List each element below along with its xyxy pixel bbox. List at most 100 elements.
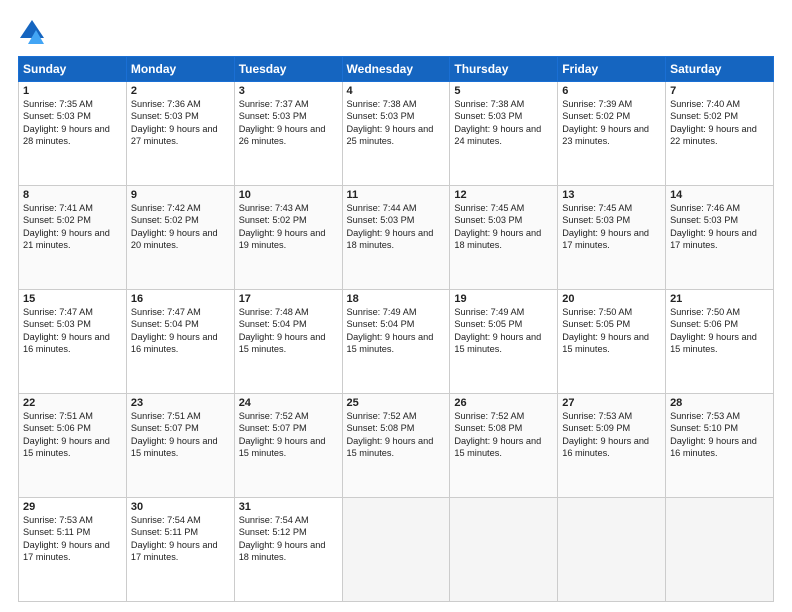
calendar-cell: 14Sunrise: 7:46 AMSunset: 5:03 PMDayligh… [666, 186, 774, 290]
day-number: 4 [347, 85, 446, 97]
day-number: 17 [239, 293, 338, 305]
day-info: Sunrise: 7:39 AMSunset: 5:02 PMDaylight:… [562, 98, 661, 148]
day-info: Sunrise: 7:52 AMSunset: 5:08 PMDaylight:… [454, 410, 553, 460]
day-info: Sunrise: 7:42 AMSunset: 5:02 PMDaylight:… [131, 202, 230, 252]
day-number: 3 [239, 85, 338, 97]
day-number: 11 [347, 189, 446, 201]
col-header-wednesday: Wednesday [342, 57, 450, 82]
day-number: 26 [454, 397, 553, 409]
day-info: Sunrise: 7:49 AMSunset: 5:05 PMDaylight:… [454, 306, 553, 356]
calendar-cell: 18Sunrise: 7:49 AMSunset: 5:04 PMDayligh… [342, 290, 450, 394]
calendar-cell [558, 498, 666, 602]
calendar-cell: 16Sunrise: 7:47 AMSunset: 5:04 PMDayligh… [126, 290, 234, 394]
calendar-cell: 28Sunrise: 7:53 AMSunset: 5:10 PMDayligh… [666, 394, 774, 498]
day-info: Sunrise: 7:53 AMSunset: 5:09 PMDaylight:… [562, 410, 661, 460]
calendar-cell: 12Sunrise: 7:45 AMSunset: 5:03 PMDayligh… [450, 186, 558, 290]
day-number: 14 [670, 189, 769, 201]
calendar-cell [450, 498, 558, 602]
day-info: Sunrise: 7:53 AMSunset: 5:11 PMDaylight:… [23, 514, 122, 564]
day-number: 20 [562, 293, 661, 305]
calendar-cell: 31Sunrise: 7:54 AMSunset: 5:12 PMDayligh… [234, 498, 342, 602]
calendar-cell: 4Sunrise: 7:38 AMSunset: 5:03 PMDaylight… [342, 82, 450, 186]
day-number: 10 [239, 189, 338, 201]
calendar-cell: 2Sunrise: 7:36 AMSunset: 5:03 PMDaylight… [126, 82, 234, 186]
page: SundayMondayTuesdayWednesdayThursdayFrid… [0, 0, 792, 612]
calendar-cell: 15Sunrise: 7:47 AMSunset: 5:03 PMDayligh… [19, 290, 127, 394]
day-info: Sunrise: 7:46 AMSunset: 5:03 PMDaylight:… [670, 202, 769, 252]
day-number: 6 [562, 85, 661, 97]
calendar-cell: 3Sunrise: 7:37 AMSunset: 5:03 PMDaylight… [234, 82, 342, 186]
col-header-friday: Friday [558, 57, 666, 82]
calendar-cell: 8Sunrise: 7:41 AMSunset: 5:02 PMDaylight… [19, 186, 127, 290]
day-number: 25 [347, 397, 446, 409]
day-info: Sunrise: 7:45 AMSunset: 5:03 PMDaylight:… [454, 202, 553, 252]
day-number: 13 [562, 189, 661, 201]
day-number: 2 [131, 85, 230, 97]
day-info: Sunrise: 7:54 AMSunset: 5:11 PMDaylight:… [131, 514, 230, 564]
calendar-cell: 20Sunrise: 7:50 AMSunset: 5:05 PMDayligh… [558, 290, 666, 394]
day-info: Sunrise: 7:52 AMSunset: 5:07 PMDaylight:… [239, 410, 338, 460]
day-info: Sunrise: 7:41 AMSunset: 5:02 PMDaylight:… [23, 202, 122, 252]
calendar-cell: 6Sunrise: 7:39 AMSunset: 5:02 PMDaylight… [558, 82, 666, 186]
day-info: Sunrise: 7:49 AMSunset: 5:04 PMDaylight:… [347, 306, 446, 356]
calendar-cell: 17Sunrise: 7:48 AMSunset: 5:04 PMDayligh… [234, 290, 342, 394]
day-number: 9 [131, 189, 230, 201]
day-info: Sunrise: 7:35 AMSunset: 5:03 PMDaylight:… [23, 98, 122, 148]
day-info: Sunrise: 7:37 AMSunset: 5:03 PMDaylight:… [239, 98, 338, 148]
calendar-cell: 22Sunrise: 7:51 AMSunset: 5:06 PMDayligh… [19, 394, 127, 498]
day-number: 29 [23, 501, 122, 513]
day-number: 12 [454, 189, 553, 201]
calendar-cell: 19Sunrise: 7:49 AMSunset: 5:05 PMDayligh… [450, 290, 558, 394]
week-row: 1Sunrise: 7:35 AMSunset: 5:03 PMDaylight… [19, 82, 774, 186]
day-number: 22 [23, 397, 122, 409]
calendar-table: SundayMondayTuesdayWednesdayThursdayFrid… [18, 56, 774, 602]
col-header-thursday: Thursday [450, 57, 558, 82]
calendar-cell: 25Sunrise: 7:52 AMSunset: 5:08 PMDayligh… [342, 394, 450, 498]
day-number: 5 [454, 85, 553, 97]
day-info: Sunrise: 7:38 AMSunset: 5:03 PMDaylight:… [347, 98, 446, 148]
day-info: Sunrise: 7:40 AMSunset: 5:02 PMDaylight:… [670, 98, 769, 148]
calendar-cell: 7Sunrise: 7:40 AMSunset: 5:02 PMDaylight… [666, 82, 774, 186]
calendar-cell: 27Sunrise: 7:53 AMSunset: 5:09 PMDayligh… [558, 394, 666, 498]
day-number: 24 [239, 397, 338, 409]
day-number: 8 [23, 189, 122, 201]
calendar-cell: 13Sunrise: 7:45 AMSunset: 5:03 PMDayligh… [558, 186, 666, 290]
calendar-cell: 5Sunrise: 7:38 AMSunset: 5:03 PMDaylight… [450, 82, 558, 186]
day-info: Sunrise: 7:52 AMSunset: 5:08 PMDaylight:… [347, 410, 446, 460]
calendar-cell: 21Sunrise: 7:50 AMSunset: 5:06 PMDayligh… [666, 290, 774, 394]
day-number: 19 [454, 293, 553, 305]
day-info: Sunrise: 7:44 AMSunset: 5:03 PMDaylight:… [347, 202, 446, 252]
day-info: Sunrise: 7:45 AMSunset: 5:03 PMDaylight:… [562, 202, 661, 252]
day-info: Sunrise: 7:53 AMSunset: 5:10 PMDaylight:… [670, 410, 769, 460]
day-info: Sunrise: 7:48 AMSunset: 5:04 PMDaylight:… [239, 306, 338, 356]
day-number: 27 [562, 397, 661, 409]
day-number: 28 [670, 397, 769, 409]
calendar-cell: 23Sunrise: 7:51 AMSunset: 5:07 PMDayligh… [126, 394, 234, 498]
calendar-cell: 11Sunrise: 7:44 AMSunset: 5:03 PMDayligh… [342, 186, 450, 290]
col-header-saturday: Saturday [666, 57, 774, 82]
day-info: Sunrise: 7:47 AMSunset: 5:04 PMDaylight:… [131, 306, 230, 356]
day-info: Sunrise: 7:54 AMSunset: 5:12 PMDaylight:… [239, 514, 338, 564]
calendar-cell: 24Sunrise: 7:52 AMSunset: 5:07 PMDayligh… [234, 394, 342, 498]
day-info: Sunrise: 7:50 AMSunset: 5:06 PMDaylight:… [670, 306, 769, 356]
day-info: Sunrise: 7:47 AMSunset: 5:03 PMDaylight:… [23, 306, 122, 356]
col-header-tuesday: Tuesday [234, 57, 342, 82]
col-header-sunday: Sunday [19, 57, 127, 82]
day-number: 18 [347, 293, 446, 305]
week-row: 29Sunrise: 7:53 AMSunset: 5:11 PMDayligh… [19, 498, 774, 602]
calendar-cell: 29Sunrise: 7:53 AMSunset: 5:11 PMDayligh… [19, 498, 127, 602]
calendar-cell: 9Sunrise: 7:42 AMSunset: 5:02 PMDaylight… [126, 186, 234, 290]
calendar-cell [342, 498, 450, 602]
calendar-cell: 10Sunrise: 7:43 AMSunset: 5:02 PMDayligh… [234, 186, 342, 290]
day-info: Sunrise: 7:38 AMSunset: 5:03 PMDaylight:… [454, 98, 553, 148]
day-number: 15 [23, 293, 122, 305]
header [18, 18, 774, 46]
calendar-cell: 30Sunrise: 7:54 AMSunset: 5:11 PMDayligh… [126, 498, 234, 602]
calendar-cell: 26Sunrise: 7:52 AMSunset: 5:08 PMDayligh… [450, 394, 558, 498]
day-info: Sunrise: 7:36 AMSunset: 5:03 PMDaylight:… [131, 98, 230, 148]
logo [18, 18, 50, 46]
day-info: Sunrise: 7:51 AMSunset: 5:06 PMDaylight:… [23, 410, 122, 460]
week-row: 8Sunrise: 7:41 AMSunset: 5:02 PMDaylight… [19, 186, 774, 290]
day-number: 1 [23, 85, 122, 97]
day-info: Sunrise: 7:50 AMSunset: 5:05 PMDaylight:… [562, 306, 661, 356]
